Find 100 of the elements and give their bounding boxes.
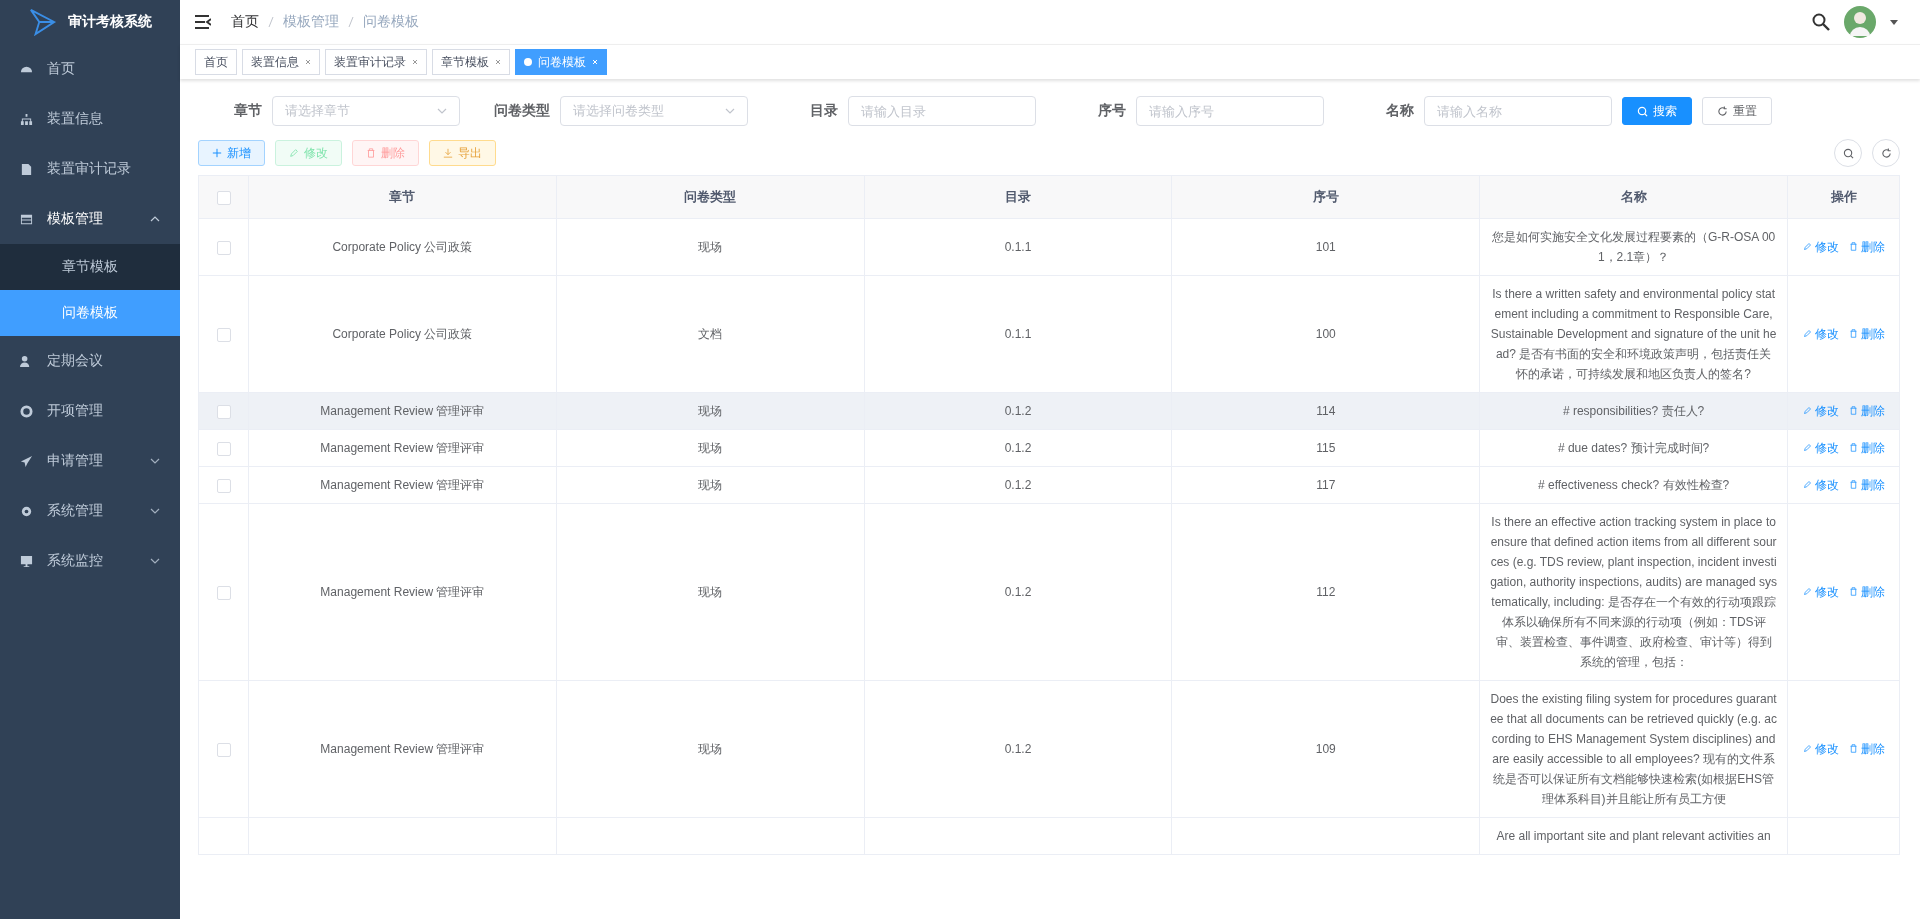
close-icon[interactable] bbox=[412, 59, 418, 65]
plus-icon bbox=[212, 148, 222, 158]
row-checkbox[interactable] bbox=[216, 585, 231, 600]
tab[interactable]: 装置审计记录 bbox=[325, 49, 427, 75]
column-header: 操作 bbox=[1830, 189, 1857, 204]
menu-item[interactable]: 系统监控 bbox=[0, 536, 180, 586]
select-field[interactable]: 请选择问卷类型 bbox=[560, 96, 748, 126]
row-checkbox[interactable] bbox=[216, 742, 231, 757]
trash-icon bbox=[1848, 406, 1858, 416]
menu-item[interactable]: 装置信息 bbox=[0, 94, 180, 144]
tab[interactable]: 装置信息 bbox=[242, 49, 320, 75]
menu-icon[interactable] bbox=[195, 15, 211, 29]
delete-link[interactable]: 删除 bbox=[1848, 400, 1885, 421]
pencil-icon bbox=[1802, 480, 1812, 490]
menu-item[interactable]: 模板管理 bbox=[0, 194, 180, 244]
trash-icon bbox=[1848, 587, 1858, 597]
table-icon bbox=[20, 212, 33, 226]
tab[interactable]: 问卷模板 bbox=[515, 49, 607, 75]
edit-link[interactable]: 修改 bbox=[1802, 323, 1839, 344]
breadcrumb-item[interactable]: 首页 bbox=[231, 13, 259, 31]
tab[interactable]: 章节模板 bbox=[432, 49, 510, 75]
row-checkbox[interactable] bbox=[216, 441, 231, 456]
edit-link[interactable]: 修改 bbox=[1802, 738, 1839, 759]
table-cell: 0.1.1 bbox=[1004, 240, 1032, 254]
row-checkbox[interactable] bbox=[216, 404, 231, 419]
avatar[interactable] bbox=[1844, 6, 1876, 38]
trash-icon bbox=[1848, 242, 1858, 252]
select-field[interactable]: 请选择章节 bbox=[272, 96, 460, 126]
refresh-icon bbox=[1880, 147, 1892, 159]
pencil-icon bbox=[1802, 406, 1812, 416]
hierarchy-icon bbox=[20, 112, 33, 126]
monitor-icon bbox=[20, 554, 33, 568]
delete-link[interactable]: 删除 bbox=[1848, 581, 1885, 602]
breadcrumb-item[interactable]: 模板管理 bbox=[283, 13, 339, 31]
row-checkbox[interactable] bbox=[216, 327, 231, 342]
refresh-button[interactable] bbox=[1872, 139, 1900, 167]
lifebuoy-icon bbox=[20, 404, 33, 418]
edit-link[interactable]: 修改 bbox=[1802, 400, 1839, 421]
delete-link[interactable]: 删除 bbox=[1848, 738, 1885, 759]
row-checkbox[interactable] bbox=[216, 478, 231, 493]
row-checkbox[interactable] bbox=[216, 240, 231, 255]
table-cell: 0.1.1 bbox=[1004, 327, 1032, 341]
search-icon bbox=[1842, 147, 1854, 159]
search-icon[interactable] bbox=[1812, 13, 1830, 31]
column-header: 目录 bbox=[1005, 189, 1031, 204]
table-cell: Corporate Policy 公司政策 bbox=[332, 327, 473, 341]
pencil-icon bbox=[1802, 443, 1812, 453]
breadcrumb-item: 问卷模板 bbox=[363, 13, 419, 31]
table-cell: Management Review 管理评审 bbox=[320, 742, 485, 756]
submenu-item[interactable]: 章节模板 bbox=[0, 244, 180, 290]
delete-link[interactable]: 删除 bbox=[1848, 323, 1885, 344]
edit-link[interactable]: 修改 bbox=[1802, 581, 1839, 602]
delete-link[interactable]: 删除 bbox=[1848, 437, 1885, 458]
delete-link[interactable]: 删除 bbox=[1848, 474, 1885, 495]
search-toggle-button[interactable] bbox=[1834, 139, 1862, 167]
menu-item[interactable]: 首页 bbox=[0, 44, 180, 94]
table-cell: 现场 bbox=[698, 742, 723, 756]
pencil-icon bbox=[1802, 587, 1812, 597]
export-button[interactable]: 导出 bbox=[429, 140, 496, 166]
text-field[interactable]: 请输入目录 bbox=[848, 96, 1036, 126]
table-cell: 文档 bbox=[698, 327, 723, 341]
menu-item[interactable]: 系统管理 bbox=[0, 486, 180, 536]
table-cell: 0.1.2 bbox=[1004, 478, 1032, 492]
menu-item[interactable]: 装置审计记录 bbox=[0, 144, 180, 194]
edit-link[interactable]: 修改 bbox=[1802, 236, 1839, 257]
menu-item[interactable]: 申请管理 bbox=[0, 436, 180, 486]
edit-link[interactable]: 修改 bbox=[1802, 437, 1839, 458]
text-field[interactable]: 请输入名称 bbox=[1424, 96, 1612, 126]
text-field[interactable]: 请输入序号 bbox=[1136, 96, 1324, 126]
add-button[interactable]: 新增 bbox=[198, 140, 265, 166]
chevron-down-icon bbox=[437, 108, 447, 114]
caret-down-icon[interactable] bbox=[1890, 19, 1898, 25]
close-icon[interactable] bbox=[305, 59, 311, 65]
table-cell: Management Review 管理评审 bbox=[320, 585, 485, 599]
table-cell: 117 bbox=[1316, 478, 1336, 492]
bird-logo-icon bbox=[28, 8, 58, 36]
table-cell: 112 bbox=[1316, 585, 1336, 599]
reset-button[interactable]: 重置 bbox=[1702, 97, 1772, 125]
search-button[interactable]: 搜索 bbox=[1622, 97, 1692, 125]
column-header: 章节 bbox=[389, 189, 416, 204]
table-cell: Corporate Policy 公司政策 bbox=[332, 240, 473, 254]
trash-icon bbox=[366, 148, 376, 158]
table-cell: 现场 bbox=[698, 240, 723, 254]
select-all-checkbox[interactable] bbox=[216, 190, 231, 205]
filter-label: 序号 bbox=[1097, 102, 1127, 120]
edit-link[interactable]: 修改 bbox=[1802, 474, 1839, 495]
table-cell: Is there a written safety and environmental policy statement including a commitment to Responsible Care, Sustainable Development and signature of the unit head? 是否有书面的安全和环境政策声明，包括责任关怀的承诺，可持续发展和地区负责人的签名? bbox=[1490, 287, 1777, 381]
delete-link[interactable]: 删除 bbox=[1848, 236, 1885, 257]
column-header: 名称 bbox=[1620, 189, 1647, 204]
table-cell: # responsibilities? 责任人? bbox=[1562, 404, 1705, 418]
menu-item[interactable]: 定期会议 bbox=[0, 336, 180, 386]
search-icon bbox=[1637, 105, 1648, 117]
table-cell: Management Review 管理评审 bbox=[320, 404, 485, 418]
close-icon[interactable] bbox=[495, 59, 501, 65]
table-cell: 现场 bbox=[698, 478, 723, 492]
table-cell: 现场 bbox=[698, 585, 723, 599]
submenu-item[interactable]: 问卷模板 bbox=[0, 290, 180, 336]
menu-item[interactable]: 开项管理 bbox=[0, 386, 180, 436]
table-cell: Does the existing filing system for procedures guarantee that all documents can be retrieved quickly (e.g. according to EHS Management System disciplines) and are easily accessible to all employees? 现有的文件系统是否可以保证所有文档能够快速检索(如根据EHS管理体系科目)并且能让所有员工方便 bbox=[1490, 692, 1777, 806]
tab[interactable]: 首页 bbox=[195, 49, 237, 75]
